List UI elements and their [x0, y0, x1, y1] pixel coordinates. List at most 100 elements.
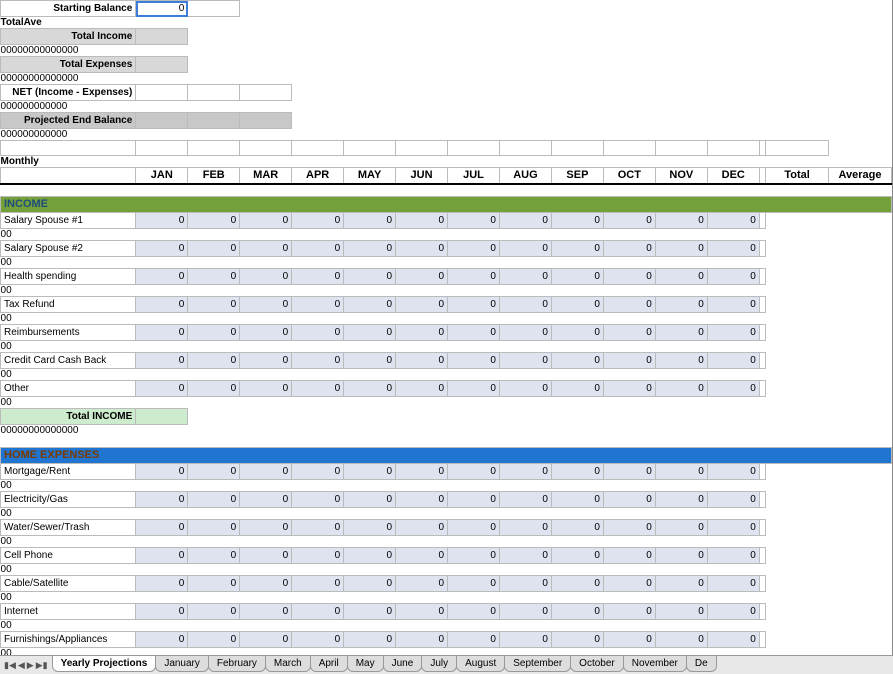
data-cell[interactable]: 0 [344, 212, 396, 228]
data-cell[interactable]: 0 [136, 380, 188, 396]
data-cell[interactable]: 0 [707, 548, 759, 564]
data-cell[interactable]: 0 [499, 240, 551, 256]
data-cell[interactable]: 0 [240, 380, 292, 396]
data-cell[interactable]: 0 [448, 520, 500, 536]
data-cell[interactable]: 0 [603, 324, 655, 340]
data-cell[interactable]: 0 [655, 324, 707, 340]
data-cell[interactable]: 0 [603, 604, 655, 620]
data-cell[interactable]: 0 [188, 352, 240, 368]
data-cell[interactable]: 0 [707, 520, 759, 536]
data-cell[interactable]: 0 [188, 240, 240, 256]
data-cell[interactable]: 0 [136, 492, 188, 508]
data-cell[interactable]: 0 [707, 324, 759, 340]
data-cell[interactable]: 0 [396, 324, 448, 340]
data-cell[interactable]: 0 [240, 632, 292, 648]
data-cell[interactable]: 0 [448, 352, 500, 368]
data-cell[interactable]: 0 [344, 352, 396, 368]
data-cell[interactable]: 0 [551, 380, 603, 396]
data-cell[interactable]: 0 [344, 492, 396, 508]
data-cell[interactable]: 0 [136, 632, 188, 648]
data-cell[interactable]: 0 [655, 548, 707, 564]
data-cell[interactable]: 0 [551, 268, 603, 284]
data-cell[interactable]: 0 [707, 296, 759, 312]
data-cell[interactable]: 0 [551, 240, 603, 256]
data-cell[interactable]: 0 [292, 352, 344, 368]
sheet-tab[interactable]: September [504, 656, 571, 672]
data-cell[interactable]: 0 [136, 240, 188, 256]
data-cell[interactable]: 0 [240, 268, 292, 284]
starting-balance-cell[interactable]: 0 [136, 1, 188, 17]
data-cell[interactable]: 0 [603, 576, 655, 592]
data-cell[interactable]: 0 [499, 268, 551, 284]
data-cell[interactable]: 0 [136, 324, 188, 340]
data-cell[interactable]: 0 [655, 268, 707, 284]
nav-first-icon[interactable]: ▮◀ [4, 660, 16, 671]
data-cell[interactable]: 0 [707, 212, 759, 228]
data-cell[interactable]: 0 [240, 324, 292, 340]
sheet-tab[interactable]: De [686, 656, 717, 672]
data-cell[interactable]: 0 [448, 324, 500, 340]
data-cell[interactable]: 0 [240, 212, 292, 228]
data-cell[interactable]: 0 [448, 548, 500, 564]
data-cell[interactable]: 0 [136, 520, 188, 536]
data-cell[interactable]: 0 [396, 240, 448, 256]
sheet-tab[interactable]: April [310, 656, 348, 672]
data-cell[interactable]: 0 [240, 464, 292, 480]
data-cell[interactable]: 0 [551, 604, 603, 620]
sheet-tab[interactable]: February [208, 656, 266, 672]
data-cell[interactable]: 0 [448, 604, 500, 620]
data-cell[interactable]: 0 [292, 464, 344, 480]
sheet-tab[interactable]: July [421, 656, 457, 672]
data-cell[interactable]: 0 [240, 576, 292, 592]
data-cell[interactable]: 0 [603, 212, 655, 228]
data-cell[interactable]: 0 [396, 212, 448, 228]
data-cell[interactable]: 0 [655, 296, 707, 312]
data-cell[interactable]: 0 [499, 548, 551, 564]
data-cell[interactable]: 0 [188, 604, 240, 620]
data-cell[interactable]: 0 [136, 576, 188, 592]
data-cell[interactable]: 0 [655, 492, 707, 508]
data-cell[interactable]: 0 [551, 296, 603, 312]
data-cell[interactable]: 0 [136, 464, 188, 480]
data-cell[interactable]: 0 [240, 492, 292, 508]
data-cell[interactable]: 0 [240, 520, 292, 536]
data-cell[interactable]: 0 [707, 240, 759, 256]
nav-prev-icon[interactable]: ◀ [18, 660, 25, 671]
data-cell[interactable]: 0 [136, 268, 188, 284]
data-cell[interactable]: 0 [292, 604, 344, 620]
data-cell[interactable]: 0 [655, 520, 707, 536]
sheet-tab[interactable]: June [383, 656, 423, 672]
nav-next-icon[interactable]: ▶ [27, 660, 34, 671]
data-cell[interactable]: 0 [292, 520, 344, 536]
data-cell[interactable]: 0 [240, 548, 292, 564]
data-cell[interactable]: 0 [551, 576, 603, 592]
data-cell[interactable]: 0 [396, 296, 448, 312]
data-cell[interactable]: 0 [292, 576, 344, 592]
data-cell[interactable]: 0 [344, 520, 396, 536]
data-cell[interactable]: 0 [448, 492, 500, 508]
data-cell[interactable]: 0 [136, 296, 188, 312]
data-cell[interactable]: 0 [499, 380, 551, 396]
data-cell[interactable]: 0 [240, 296, 292, 312]
data-cell[interactable]: 0 [448, 212, 500, 228]
data-cell[interactable]: 0 [499, 520, 551, 536]
data-cell[interactable]: 0 [188, 492, 240, 508]
data-cell[interactable]: 0 [655, 380, 707, 396]
data-cell[interactable]: 0 [344, 576, 396, 592]
data-cell[interactable]: 0 [603, 268, 655, 284]
data-cell[interactable]: 0 [551, 632, 603, 648]
data-cell[interactable]: 0 [448, 464, 500, 480]
data-cell[interactable]: 0 [499, 632, 551, 648]
data-cell[interactable]: 0 [292, 492, 344, 508]
data-cell[interactable]: 0 [707, 268, 759, 284]
data-cell[interactable]: 0 [344, 632, 396, 648]
data-cell[interactable]: 0 [292, 548, 344, 564]
data-cell[interactable]: 0 [136, 604, 188, 620]
data-cell[interactable]: 0 [188, 548, 240, 564]
data-cell[interactable]: 0 [396, 548, 448, 564]
data-cell[interactable]: 0 [707, 632, 759, 648]
data-cell[interactable]: 0 [499, 576, 551, 592]
data-cell[interactable]: 0 [448, 268, 500, 284]
data-cell[interactable]: 0 [499, 212, 551, 228]
data-cell[interactable]: 0 [448, 380, 500, 396]
